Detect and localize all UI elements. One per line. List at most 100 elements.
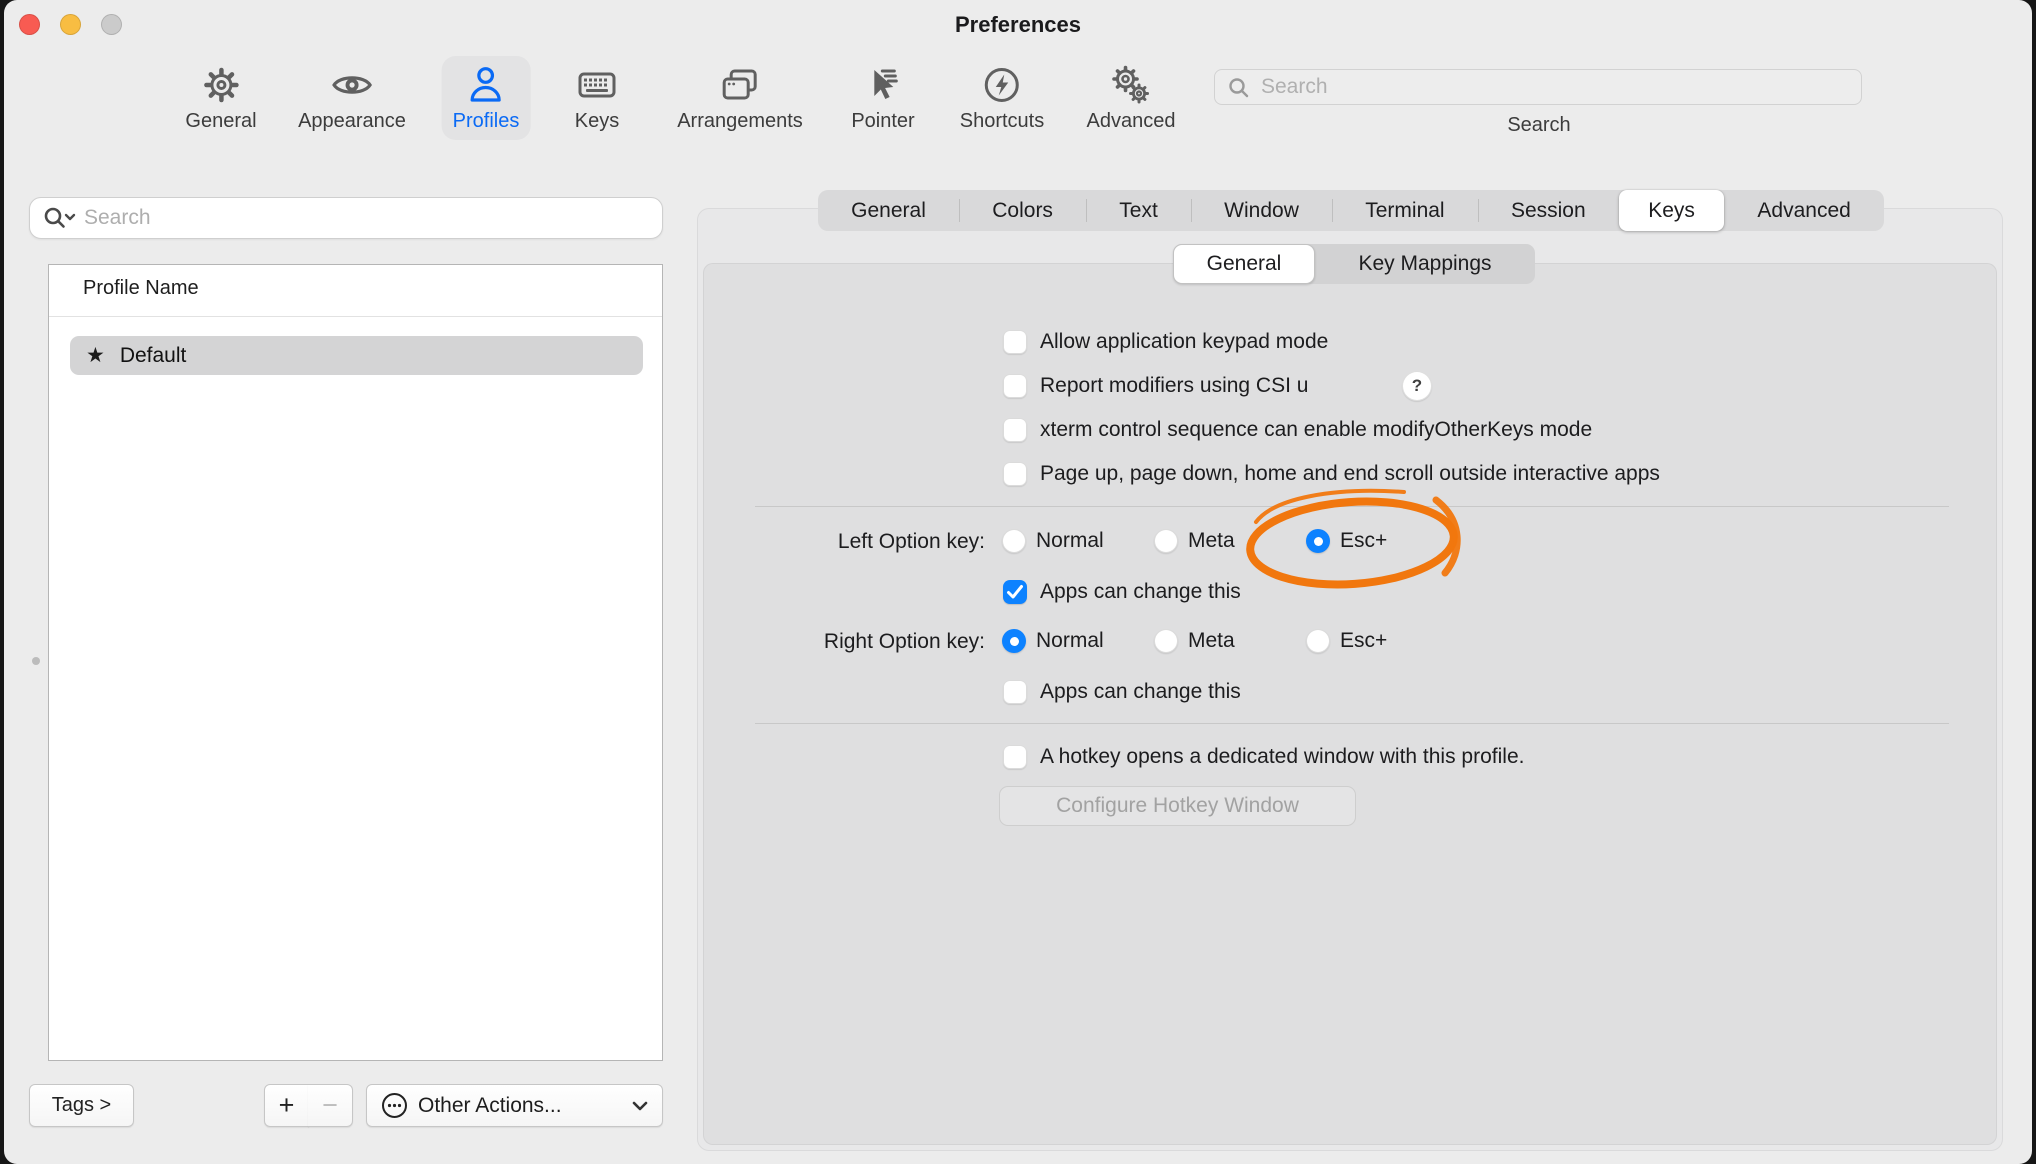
add-profile-button[interactable]: + [264, 1084, 309, 1127]
right-apps-can-change-checkbox[interactable] [1003, 680, 1027, 704]
checkbox-label: Report modifiers using CSI u [1040, 374, 1308, 398]
checkbox-label: xterm control sequence can enable modify… [1040, 418, 1592, 442]
toolbar-search-input[interactable] [1259, 70, 1849, 104]
checkbox-label: Apps can change this [1040, 680, 1241, 704]
scroll-outside-checkbox[interactable] [1003, 462, 1027, 486]
profile-search-field[interactable] [29, 197, 663, 239]
tab-terminal[interactable]: Terminal [1332, 190, 1478, 231]
tab-general[interactable]: General [818, 190, 959, 231]
windows-icon [716, 61, 764, 109]
modify-other-keys-checkbox[interactable] [1003, 418, 1027, 442]
right-option-normal-radio[interactable] [1002, 629, 1026, 653]
divider [755, 506, 1949, 507]
left-option-esc-radio[interactable] [1306, 529, 1330, 553]
radio-label: Esc+ [1340, 529, 1387, 553]
tab-text[interactable]: Text [1086, 190, 1191, 231]
star-icon: ★ [86, 343, 105, 368]
page-title: Preferences [4, 12, 2032, 38]
divider [755, 723, 1949, 724]
radio-label: Normal [1036, 529, 1104, 553]
configure-hotkey-window-button[interactable]: Configure Hotkey Window [999, 786, 1356, 826]
keys-general-pane [703, 263, 1997, 1145]
remove-profile-button[interactable]: − [308, 1084, 353, 1127]
left-apps-can-change-checkbox[interactable] [1003, 580, 1027, 604]
checkbox-row: Apps can change this [1003, 576, 1241, 608]
tab-session[interactable]: Session [1478, 190, 1619, 231]
profile-tab-bar: General Colors Text Window Terminal Sess… [818, 190, 1884, 231]
profile-name: Default [120, 344, 187, 368]
checkbox-row: Allow application keypad mode [1003, 326, 1328, 358]
checkbox-row: Page up, page down, home and end scroll … [1003, 458, 1660, 490]
subtab-key-mappings[interactable]: Key Mappings [1315, 244, 1535, 284]
ellipsis-circle-icon [381, 1092, 408, 1119]
toolbar-item-label: General [185, 110, 256, 133]
toolbar-item-advanced[interactable]: Advanced [1076, 56, 1187, 140]
checkbox-label: A hotkey opens a dedicated window with t… [1040, 745, 1524, 769]
left-option-meta: Meta [1154, 525, 1235, 557]
tab-colors[interactable]: Colors [959, 190, 1086, 231]
person-icon [462, 61, 510, 109]
eye-icon [328, 61, 376, 109]
right-option-caption: Right Option key: [705, 626, 985, 658]
toolbar-item-label: Profiles [453, 110, 520, 133]
allow-keypad-checkbox[interactable] [1003, 330, 1027, 354]
csi-u-checkbox[interactable] [1003, 374, 1027, 398]
gear-icon [197, 61, 245, 109]
right-option-normal: Normal [1002, 625, 1104, 657]
checkbox-row: Apps can change this [1003, 676, 1241, 708]
keyboard-icon [573, 61, 621, 109]
help-button[interactable]: ? [1402, 371, 1432, 401]
checkbox-row: xterm control sequence can enable modify… [1003, 414, 1592, 446]
lightning-icon [978, 61, 1026, 109]
left-option-caption: Left Option key: [705, 526, 985, 558]
toolbar-item-pointer[interactable]: Pointer [840, 56, 925, 140]
toolbar-item-general[interactable]: General [174, 56, 267, 140]
minus-icon: − [322, 1090, 338, 1121]
cursor-icon [859, 61, 907, 109]
left-option-normal-radio[interactable] [1002, 529, 1026, 553]
profile-search-input[interactable] [82, 199, 652, 237]
tags-button[interactable]: Tags > [29, 1084, 134, 1127]
subtab-general[interactable]: General [1173, 244, 1315, 284]
toolbar-search-field[interactable] [1214, 69, 1862, 105]
other-actions-label: Other Actions... [418, 1094, 562, 1118]
tab-keys[interactable]: Keys [1619, 190, 1724, 231]
toolbar-item-keys[interactable]: Keys [562, 56, 632, 140]
checkbox-row: Report modifiers using CSI u [1003, 370, 1308, 402]
preferences-window: Preferences General [4, 0, 2032, 1164]
radio-label: Esc+ [1340, 629, 1387, 653]
splitter-dot [32, 657, 40, 665]
toolbar-item-label: Appearance [298, 110, 406, 133]
left-option-esc: Esc+ [1306, 525, 1387, 557]
toolbar-item-label: Keys [575, 110, 619, 133]
radio-label: Meta [1188, 529, 1235, 553]
right-option-meta: Meta [1154, 625, 1235, 657]
profile-list: Profile Name ★ Default [48, 264, 663, 1061]
tab-advanced[interactable]: Advanced [1724, 190, 1884, 231]
titlebar: Preferences [4, 0, 2032, 48]
left-option-meta-radio[interactable] [1154, 529, 1178, 553]
radio-label: Meta [1188, 629, 1235, 653]
toolbar-item-label: Arrangements [677, 110, 803, 133]
profile-row-default[interactable]: ★ Default [70, 336, 643, 375]
right-option-esc-radio[interactable] [1306, 629, 1330, 653]
chevron-down-icon [631, 1100, 649, 1112]
tab-window[interactable]: Window [1191, 190, 1332, 231]
toolbar-item-arrangements[interactable]: Arrangements [666, 56, 814, 140]
hotkey-window-checkbox[interactable] [1003, 745, 1027, 769]
search-icon [1227, 76, 1251, 100]
left-option-normal: Normal [1002, 525, 1104, 557]
divider [49, 316, 662, 317]
checkbox-label: Apps can change this [1040, 580, 1241, 604]
profile-list-header: Profile Name [83, 277, 199, 300]
toolbar-item-label: Shortcuts [960, 110, 1044, 133]
toolbar-item-shortcuts[interactable]: Shortcuts [949, 56, 1055, 140]
gears-icon [1107, 61, 1155, 109]
toolbar-item-profiles[interactable]: Profiles [442, 56, 531, 140]
toolbar-item-appearance[interactable]: Appearance [287, 56, 417, 140]
scoped-search-icon [42, 206, 76, 232]
right-option-meta-radio[interactable] [1154, 629, 1178, 653]
right-option-esc: Esc+ [1306, 625, 1387, 657]
other-actions-menu[interactable]: Other Actions... [366, 1084, 663, 1127]
plus-icon: + [279, 1090, 295, 1121]
